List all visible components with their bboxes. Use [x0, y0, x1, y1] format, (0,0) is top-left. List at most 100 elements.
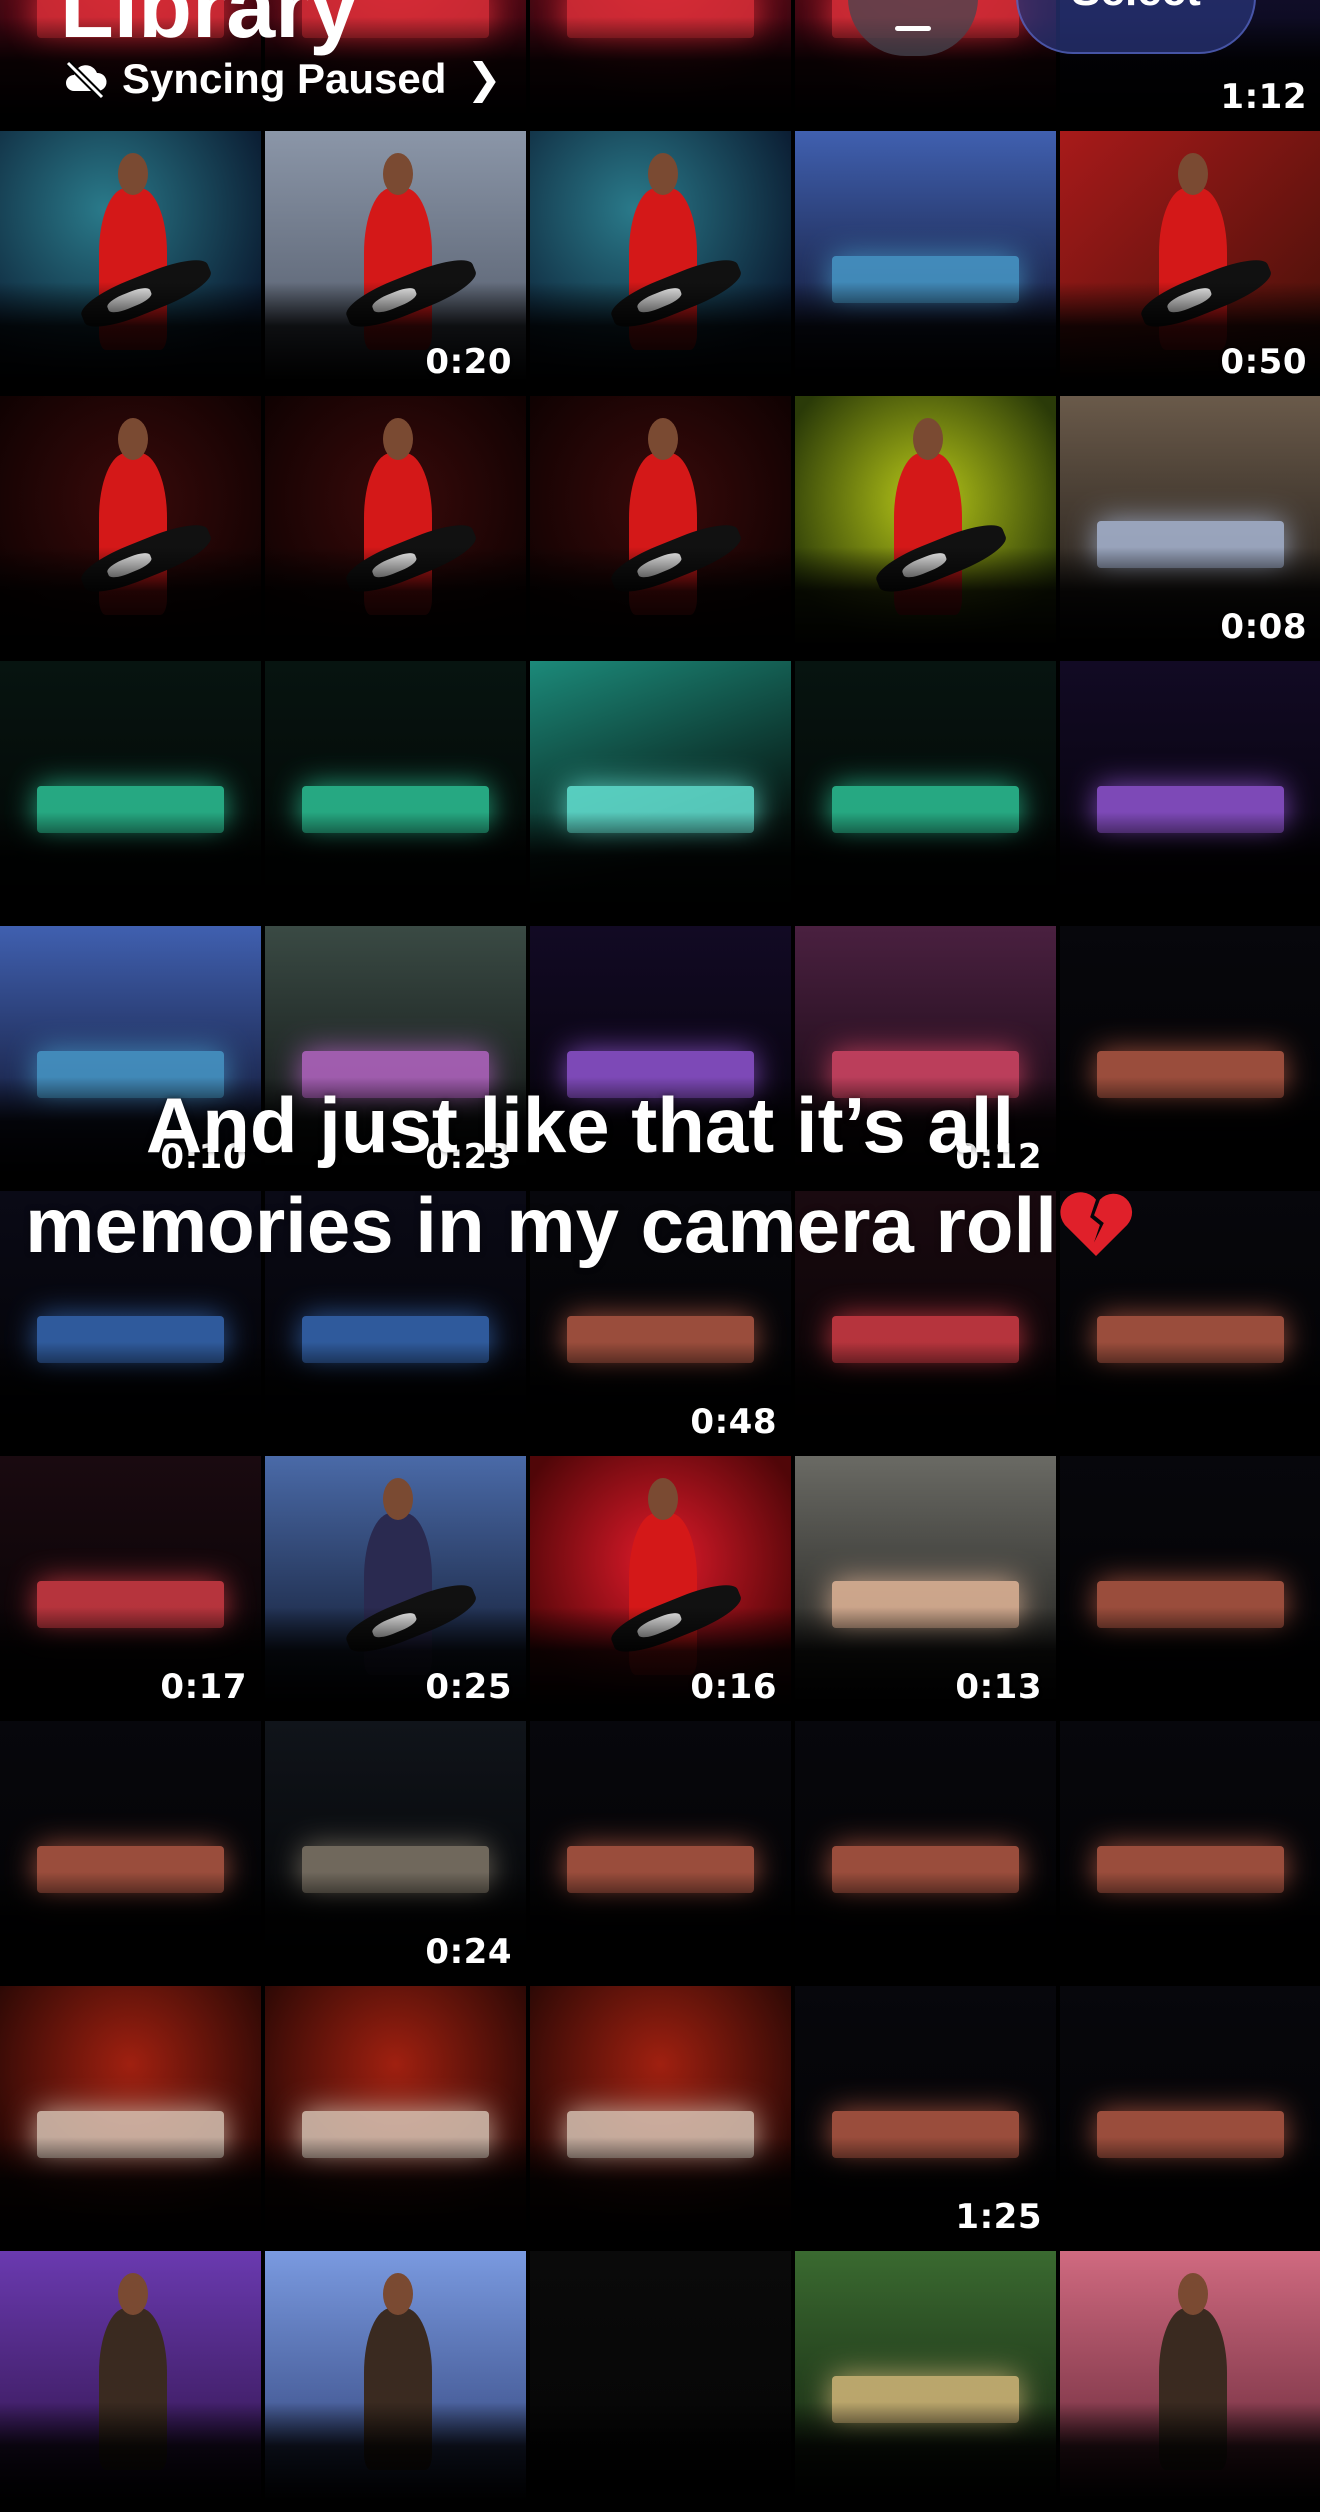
thumbnail-image: [530, 131, 791, 392]
video-duration: 0:50: [1220, 342, 1307, 382]
photo-thumbnail[interactable]: [795, 2251, 1056, 2512]
photo-thumbnail[interactable]: [530, 1986, 791, 2247]
thumbnail-image: [530, 2251, 791, 2512]
crowd-silhouette: [1060, 1872, 1320, 1982]
caption-line-1: And just like that it’s all: [145, 1081, 1015, 1169]
crowd-silhouette: [795, 2402, 1056, 2512]
thumbnail-image: [1060, 661, 1320, 922]
thumbnail-image: [795, 661, 1056, 922]
crowd-silhouette: [0, 2402, 261, 2512]
crowd-silhouette: [265, 812, 526, 922]
photo-thumbnail[interactable]: [0, 131, 261, 392]
photo-thumbnail[interactable]: 0:24: [265, 1721, 526, 1982]
crowd-silhouette: [0, 812, 261, 922]
video-duration: 0:48: [690, 1402, 777, 1442]
crowd-silhouette: [795, 1872, 1056, 1982]
photo-thumbnail[interactable]: [530, 131, 791, 392]
thumbnail-image: [1060, 1986, 1320, 2247]
page-title: Library: [60, 0, 359, 56]
photo-thumbnail[interactable]: 0:08: [1060, 396, 1320, 657]
crowd-silhouette: [1060, 1607, 1320, 1717]
crowd-silhouette: [530, 282, 791, 392]
sync-status-button[interactable]: Syncing Paused ❯: [62, 54, 502, 103]
thumbnail-image: [0, 2251, 261, 2512]
crowd-silhouette: [265, 2137, 526, 2247]
crowd-silhouette: [530, 812, 791, 922]
photo-thumbnail[interactable]: [795, 131, 1056, 392]
thumbnail-image: [530, 1986, 791, 2247]
photo-thumbnail[interactable]: [795, 396, 1056, 657]
thumbnail-image: [0, 1986, 261, 2247]
crowd-silhouette: [795, 547, 1056, 657]
crowd-silhouette: [530, 1872, 791, 1982]
video-duration: 0:20: [425, 342, 512, 382]
crowd-silhouette: [0, 2137, 261, 2247]
photo-thumbnail[interactable]: [1060, 1986, 1320, 2247]
video-duration: 0:13: [955, 1667, 1042, 1707]
photo-thumbnail[interactable]: [530, 1721, 791, 1982]
crowd-silhouette: [1060, 2402, 1320, 2512]
photo-thumbnail[interactable]: [265, 1986, 526, 2247]
crowd-silhouette: [795, 812, 1056, 922]
photo-thumbnail[interactable]: [530, 396, 791, 657]
thumbnail-image: [1060, 2251, 1320, 2512]
photo-thumbnail[interactable]: [265, 661, 526, 922]
select-button[interactable]: Select: [1016, 0, 1256, 54]
thumbnail-image: [1060, 1721, 1320, 1982]
crowd-silhouette: [530, 547, 791, 657]
photo-thumbnail[interactable]: [795, 1721, 1056, 1982]
thumbnail-image: [795, 1721, 1056, 1982]
photo-thumbnail[interactable]: 0:20: [265, 131, 526, 392]
thumbnail-image: [795, 2251, 1056, 2512]
thumbnail-image: [265, 661, 526, 922]
thumbnail-image: [0, 661, 261, 922]
photo-thumbnail[interactable]: [0, 1721, 261, 1982]
photo-thumbnail[interactable]: [0, 2251, 261, 2512]
chevron-right-icon: ❯: [466, 55, 502, 102]
crowd-silhouette: [795, 1342, 1056, 1452]
crowd-silhouette: [265, 2402, 526, 2512]
library-header: Library Syncing Paused ❯ Select: [0, 0, 1320, 120]
caption-line-2: memories in my camera roll: [25, 1181, 1057, 1269]
video-caption: And just like that it’s all memories in …: [0, 1075, 1160, 1275]
photo-thumbnail[interactable]: 0:17: [0, 1456, 261, 1717]
photo-thumbnail[interactable]: [1060, 1456, 1320, 1717]
photo-thumbnail[interactable]: 0:25: [265, 1456, 526, 1717]
video-duration: 0:24: [425, 1932, 512, 1972]
menu-button[interactable]: [848, 0, 978, 56]
photo-thumbnail[interactable]: [795, 661, 1056, 922]
photo-thumbnail[interactable]: [530, 661, 791, 922]
photo-thumbnail[interactable]: 1:25: [795, 1986, 1056, 2247]
photo-thumbnail[interactable]: [0, 1986, 261, 2247]
crowd-silhouette: [265, 547, 526, 657]
photo-thumbnail[interactable]: [1060, 661, 1320, 922]
crowd-silhouette: [0, 1872, 261, 1982]
photo-thumbnail[interactable]: [530, 2251, 791, 2512]
photo-thumbnail[interactable]: [0, 661, 261, 922]
photo-thumbnail[interactable]: [265, 396, 526, 657]
photo-thumbnail[interactable]: 0:16: [530, 1456, 791, 1717]
photo-thumbnail[interactable]: [1060, 1721, 1320, 1982]
thumbnail-image: [0, 396, 261, 657]
thumbnail-image: [530, 396, 791, 657]
photo-thumbnail[interactable]: [1060, 2251, 1320, 2512]
thumbnail-image: [530, 1721, 791, 1982]
video-duration: 0:17: [160, 1667, 247, 1707]
sync-status-label: Syncing Paused: [122, 54, 447, 102]
photo-thumbnail[interactable]: [0, 396, 261, 657]
menu-icon: [895, 25, 931, 31]
thumbnail-image: [530, 661, 791, 922]
photo-thumbnail[interactable]: [265, 2251, 526, 2512]
thumbnail-image: [1060, 1456, 1320, 1717]
crowd-silhouette: [530, 2402, 791, 2512]
thumbnail-image: [265, 396, 526, 657]
crowd-silhouette: [0, 547, 261, 657]
photo-thumbnail[interactable]: 0:50: [1060, 131, 1320, 392]
thumbnail-image: [265, 2251, 526, 2512]
crowd-silhouette: [1060, 2137, 1320, 2247]
crowd-silhouette: [0, 1342, 261, 1452]
crowd-silhouette: [0, 282, 261, 392]
broken-heart-icon: [1060, 1192, 1132, 1257]
photo-thumbnail[interactable]: 0:13: [795, 1456, 1056, 1717]
crowd-silhouette: [1060, 1342, 1320, 1452]
